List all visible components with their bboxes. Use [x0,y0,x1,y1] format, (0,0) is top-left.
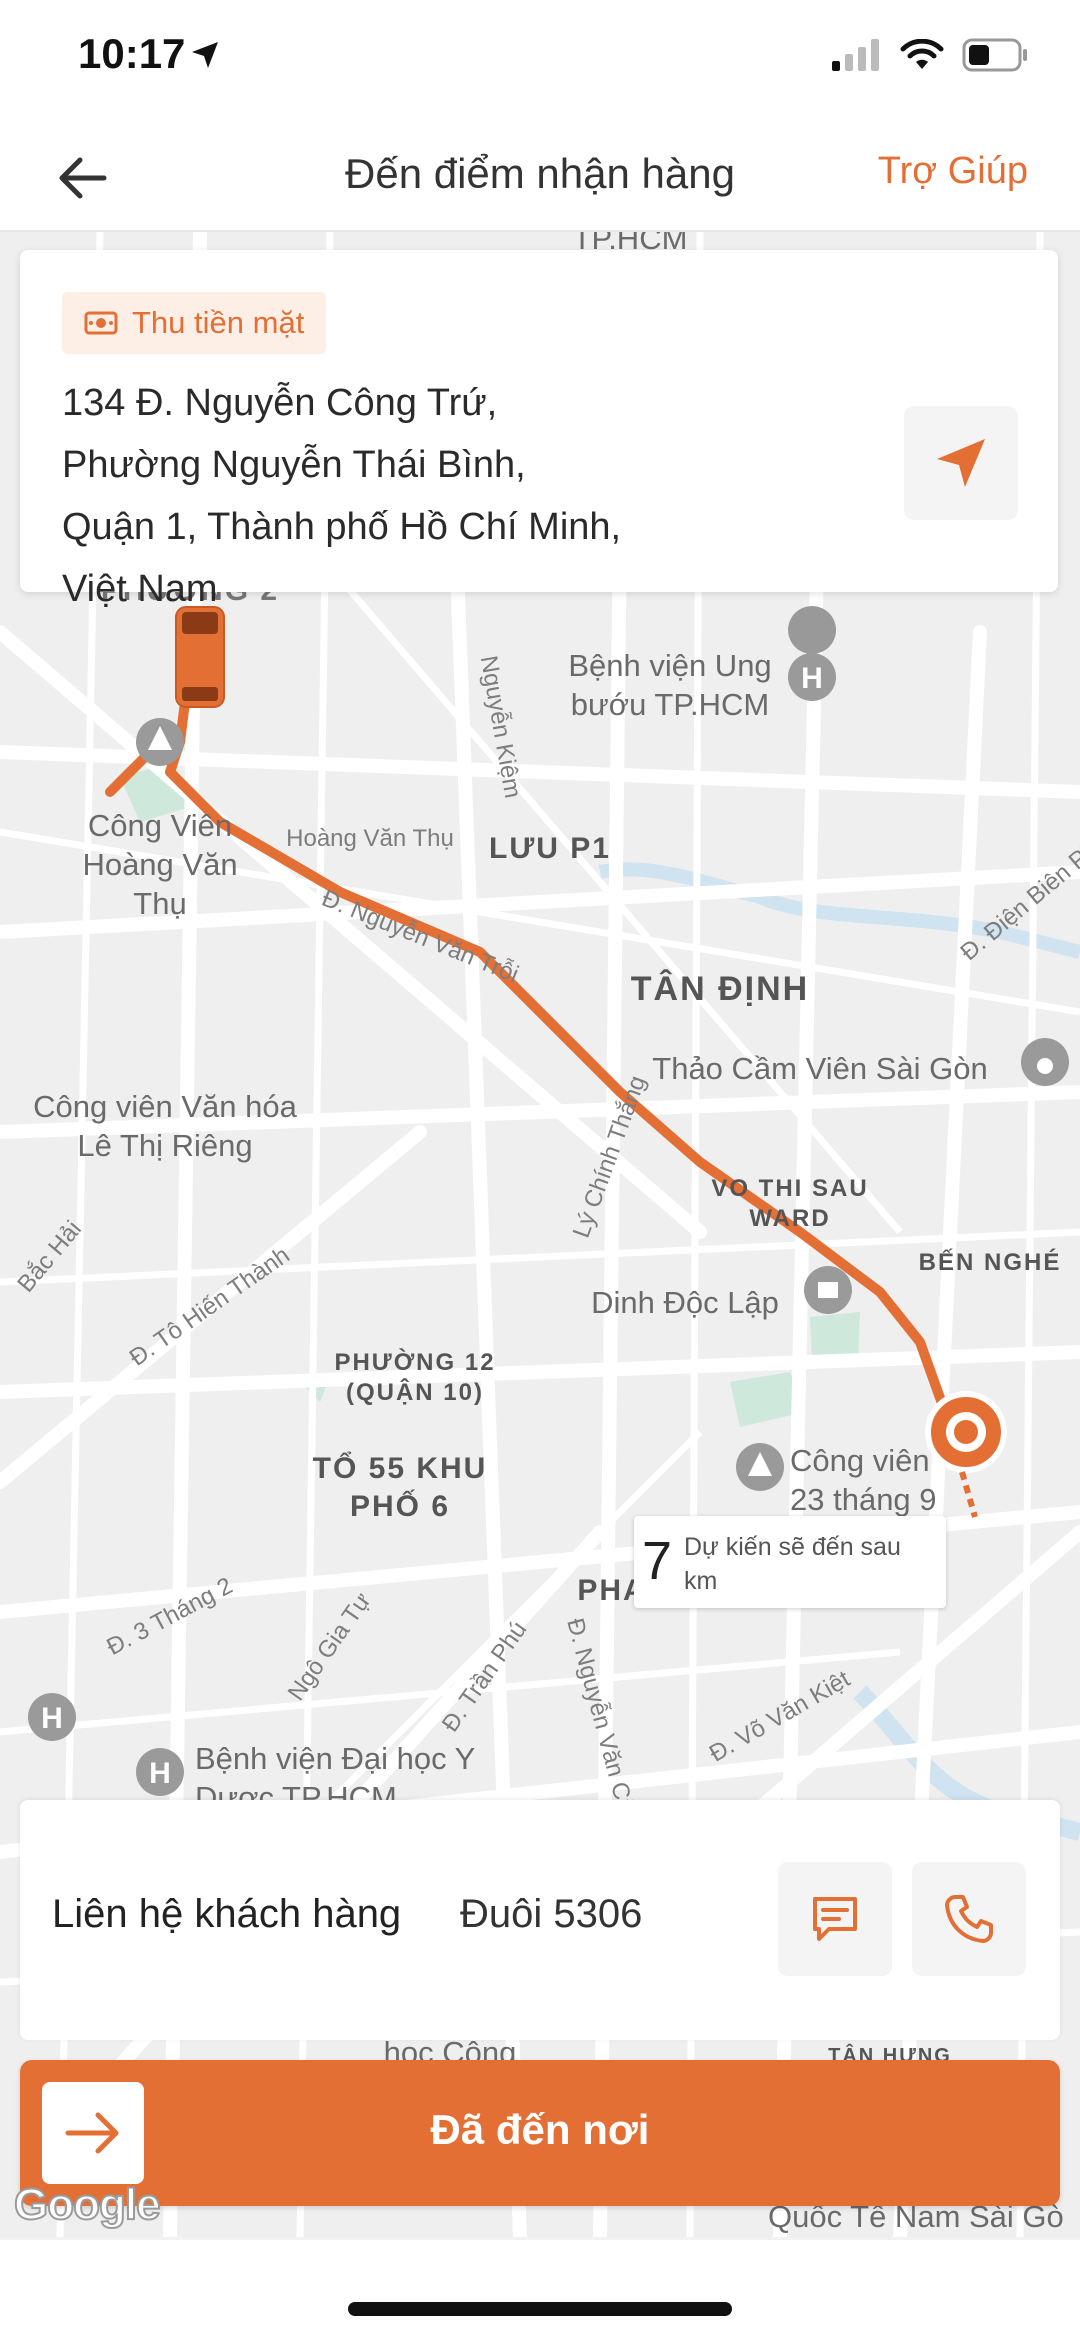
chat-icon [813,1897,857,1941]
arrived-button[interactable]: Đã đến nơi [20,2060,1060,2206]
message-button[interactable] [778,1862,892,1976]
address-card: Thu tiền mặt 134 Đ. Nguyễn Công Trứ, Phư… [20,250,1058,610]
map-label: Công viên 23 tháng 9 [790,1443,937,1517]
map-label: Thảo Cầm Viên Sài Gòn [652,1051,988,1086]
map-label: TỔ 55 KHU PHỐ 6 [312,1452,488,1523]
signal-icon [832,39,879,71]
driver-vehicle-icon [175,606,225,708]
map-label: VO THI SAU WARD [711,1175,869,1232]
help-link[interactable]: Trợ Giúp [878,150,1028,193]
zoo-pin-icon [1021,1038,1069,1086]
call-button[interactable] [912,1862,1026,1976]
status-icons [832,38,1028,72]
map-label: LƯU P1 [489,832,611,865]
map-label: PHƯỜNG 12 (QUẬN 10) [334,1349,496,1406]
pickup-address: 134 Đ. Nguyễn Công Trứ, Phường Nguyễn Th… [62,382,622,610]
payment-method-label: Thu tiền mặt [132,305,305,340]
phone-icon [945,1895,993,1943]
eta-tooltip: 7 Dự kiến sẽ đến sau km [634,1516,946,1608]
map-label: Dinh Độc Lập [591,1285,779,1320]
map-label: BẾN NGHÉ [918,1249,1062,1276]
google-attribution: Google [13,2179,162,2230]
status-time: 10:17 [78,30,186,77]
arrived-label: Đã đến nơi [430,2106,650,2153]
status-bar: 10:17 [0,0,1080,120]
map-label: Bệnh viện Ung bướu TP.HCM [568,648,772,722]
map-label: Công Viên Hoàng Văn Thụ [82,808,238,921]
contact-card: Liên hệ khách hàng Đuôi 5306 [20,1800,1060,2040]
nav-bar: Đến điểm nhận hàng Trợ Giúp [0,120,1080,232]
payment-badge: Thu tiền mặt [62,292,327,354]
cash-icon [84,311,118,335]
navigation-arrow-icon [937,439,985,487]
navigate-button[interactable] [904,406,1018,520]
location-arrow-icon [192,42,218,68]
home-indicator[interactable] [348,2302,732,2316]
eta-value: 7 [642,1531,673,1591]
park-pin-icon-2 [736,1443,784,1491]
eta-text: Dự kiến sẽ đến sau km [684,1533,901,1595]
hospital-pin-icon-2: H [28,1693,76,1741]
contact-customer-label: Liên hệ khách hàng [52,1892,402,1936]
svg-text:H: H [41,1702,63,1735]
park-pin-icon [136,718,184,766]
hospital-pin-icon-3: H [136,1748,184,1796]
battery-icon [962,38,1027,72]
museum-pin-icon [804,1266,852,1314]
map-label: Công viên Văn hóa Lê Thị Riêng [33,1089,297,1163]
phone-tail: Đuôi 5306 [460,1892,643,1936]
map-label: Hoàng Văn Thụ [286,825,454,852]
home-area [0,2240,1080,2337]
wifi-icon [900,39,944,69]
svg-text:H: H [149,1757,171,1790]
svg-text:H: H [801,662,823,695]
map-label: TÂN ĐỊNH [630,970,810,1008]
